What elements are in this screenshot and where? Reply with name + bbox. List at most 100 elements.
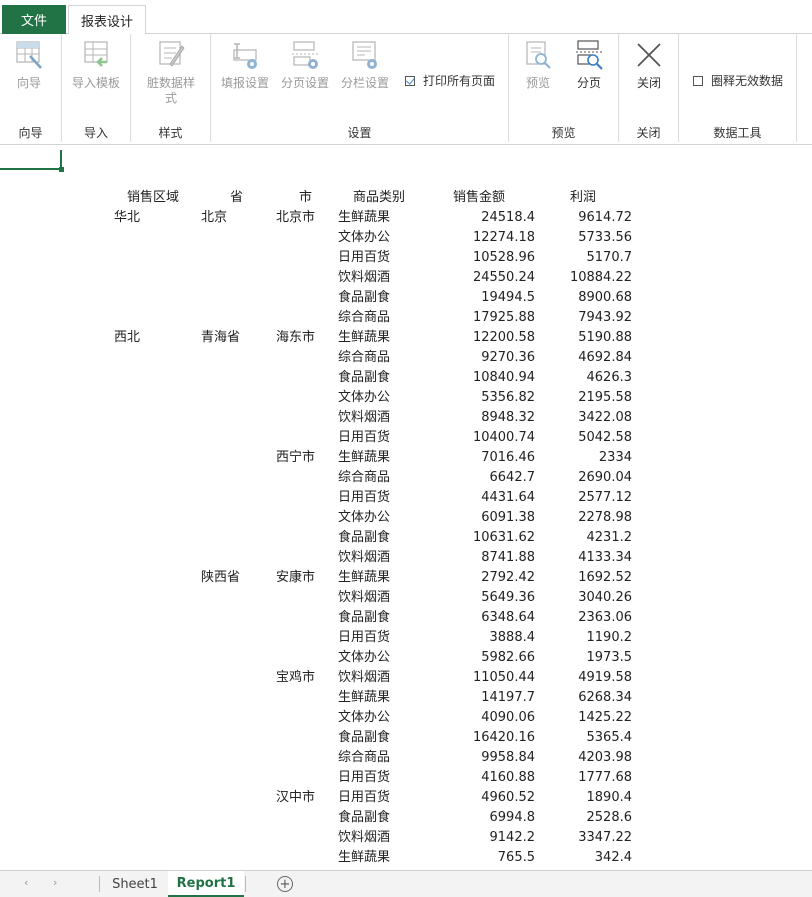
cell-profit[interactable]: 4919.58 — [540, 668, 632, 688]
cell-category[interactable]: 日用百货 — [338, 768, 390, 788]
cell-category[interactable]: 文体办公 — [338, 228, 390, 248]
cell-amount[interactable]: 10840.94 — [420, 368, 535, 388]
cell-category[interactable]: 生鲜蔬果 — [338, 328, 390, 348]
cell-category[interactable]: 文体办公 — [338, 508, 390, 528]
cell-category[interactable]: 食品副食 — [338, 728, 390, 748]
cell-amount[interactable]: 10400.74 — [420, 428, 535, 448]
cell-city[interactable]: 海东市 — [276, 328, 315, 348]
page-settings-button[interactable]: 分页设置 — [281, 38, 329, 91]
cell-amount[interactable]: 4960.52 — [420, 788, 535, 808]
fill-handle[interactable] — [59, 167, 64, 172]
cell-amount[interactable]: 9270.36 — [420, 348, 535, 368]
add-sheet-icon[interactable]: + — [277, 876, 293, 892]
cell-profit[interactable]: 4203.98 — [540, 748, 632, 768]
cell-region[interactable]: 西北 — [114, 328, 140, 348]
cell-profit[interactable]: 2195.58 — [540, 388, 632, 408]
cell-amount[interactable]: 8741.88 — [420, 548, 535, 568]
cell-category[interactable]: 综合商品 — [338, 748, 390, 768]
cell-profit[interactable]: 2278.98 — [540, 508, 632, 528]
cell-amount[interactable]: 16420.16 — [420, 728, 535, 748]
cell-category[interactable]: 文体办公 — [338, 648, 390, 668]
cell-profit[interactable]: 1692.52 — [540, 568, 632, 588]
cell-city[interactable]: 西宁市 — [276, 448, 315, 468]
cell-profit[interactable]: 4231.2 — [540, 528, 633, 548]
cell-category[interactable]: 饮料烟酒 — [338, 268, 390, 288]
cell-profit[interactable]: 342.4 — [540, 848, 632, 868]
cell-amount[interactable]: 2792.42 — [420, 568, 535, 588]
cell-profit[interactable]: 5365.4 — [540, 728, 633, 748]
cell-category[interactable]: 生鲜蔬果 — [338, 848, 390, 868]
cell-amount[interactable]: 12274.18 — [420, 228, 535, 248]
cell-profit[interactable]: 1973.5 — [540, 648, 633, 668]
cell-city[interactable]: 安康市 — [276, 568, 315, 588]
cell-category[interactable]: 食品副食 — [338, 528, 390, 548]
cell-city[interactable]: 汉中市 — [276, 788, 315, 808]
cell-amount[interactable]: 4431.64 — [420, 488, 535, 508]
cell-profit[interactable]: 5190.88 — [540, 328, 632, 348]
print-all-pages-checkbox[interactable]: 打印所有页面 — [405, 72, 495, 89]
cell-profit[interactable]: 5042.58 — [540, 428, 632, 448]
fill-settings-button[interactable]: 填报设置 — [221, 38, 269, 91]
cell-amount[interactable]: 5356.82 — [420, 388, 535, 408]
cell-amount[interactable]: 4160.88 — [420, 768, 535, 788]
cell-category[interactable]: 饮料烟酒 — [338, 408, 390, 428]
preview-button[interactable]: 预览 — [523, 38, 553, 91]
cell-profit[interactable]: 4133.34 — [540, 548, 632, 568]
cell-category[interactable]: 饮料烟酒 — [338, 548, 390, 568]
cell-amount[interactable]: 8948.32 — [420, 408, 535, 428]
cell-region[interactable]: 华北 — [114, 208, 140, 228]
scroll-right-icon[interactable]: › — [53, 876, 57, 889]
cell-profit[interactable]: 1425.22 — [540, 708, 632, 728]
close-button[interactable]: 关闭 — [634, 38, 664, 91]
print-all-pages-check[interactable] — [405, 75, 415, 86]
cell-amount[interactable]: 5649.36 — [420, 588, 535, 608]
cell-profit[interactable]: 4692.84 — [540, 348, 632, 368]
cell-amount[interactable]: 5982.66 — [420, 648, 535, 668]
cell-profit[interactable]: 2334 — [540, 448, 632, 468]
cell-profit[interactable]: 1190.2 — [540, 628, 633, 648]
cell-category[interactable]: 食品副食 — [338, 608, 390, 628]
cell-amount[interactable]: 24550.24 — [420, 268, 535, 288]
cell-province[interactable]: 陕西省 — [201, 568, 240, 588]
cell-profit[interactable]: 2577.12 — [540, 488, 632, 508]
tab-file[interactable]: 文件 — [2, 5, 66, 34]
cell-profit[interactable]: 5733.56 — [540, 228, 632, 248]
cell-amount[interactable]: 12200.58 — [420, 328, 535, 348]
cell-category[interactable]: 食品副食 — [338, 288, 390, 308]
import-template-button[interactable]: 导入模板 — [72, 38, 120, 91]
cell-amount[interactable]: 10528.96 — [420, 248, 535, 268]
cell-category[interactable]: 文体办公 — [338, 388, 390, 408]
cell-province[interactable]: 北京 — [201, 208, 227, 228]
dirty-style-button[interactable]: 脏数据样式 — [145, 38, 197, 106]
cell-amount[interactable]: 7016.46 — [420, 448, 535, 468]
tab-report-design[interactable]: 报表设计 — [68, 5, 146, 35]
cell-province[interactable]: 青海省 — [201, 328, 240, 348]
cell-category[interactable]: 日用百货 — [338, 428, 390, 448]
cell-city[interactable]: 宝鸡市 — [276, 668, 315, 688]
cell-amount[interactable]: 9142.2 — [420, 828, 536, 848]
cell-category[interactable]: 综合商品 — [338, 308, 390, 328]
cell-amount[interactable]: 10631.62 — [420, 528, 535, 548]
cell-profit[interactable]: 9614.72 — [540, 208, 632, 228]
cell-profit[interactable]: 3347.22 — [540, 828, 632, 848]
cell-category[interactable]: 日用百货 — [338, 628, 390, 648]
wizard-button[interactable]: 向导 — [14, 38, 44, 91]
sheet-area[interactable]: 销售区域 省 市 商品类别 销售金额 利润 华北 北京 北京市 生鲜蔬果 24518.4… — [0, 146, 812, 870]
cell-category[interactable]: 饮料烟酒 — [338, 588, 390, 608]
cell-profit[interactable]: 1890.4 — [540, 788, 633, 808]
cell-category[interactable]: 食品副食 — [338, 808, 390, 828]
cell-profit[interactable]: 6268.34 — [540, 688, 632, 708]
scroll-left-icon[interactable]: ‹ — [24, 876, 28, 889]
cell-category[interactable]: 生鲜蔬果 — [338, 688, 390, 708]
cell-profit[interactable]: 3422.08 — [540, 408, 632, 428]
cell-category[interactable]: 生鲜蔬果 — [338, 568, 390, 588]
cell-amount[interactable]: 3888.4 — [420, 628, 536, 648]
cell-amount[interactable]: 19494.5 — [420, 288, 535, 308]
cell-amount[interactable]: 6091.38 — [420, 508, 535, 528]
cell-profit[interactable]: 8900.68 — [540, 288, 632, 308]
circle-invalid-data-checkbox[interactable]: 圈释无效数据 — [693, 72, 783, 89]
cell-profit[interactable]: 2690.04 — [540, 468, 632, 488]
cell-amount[interactable]: 11050.44 — [420, 668, 535, 688]
cell-amount[interactable]: 6348.64 — [420, 608, 535, 628]
cell-profit[interactable]: 10884.22 — [540, 268, 632, 288]
